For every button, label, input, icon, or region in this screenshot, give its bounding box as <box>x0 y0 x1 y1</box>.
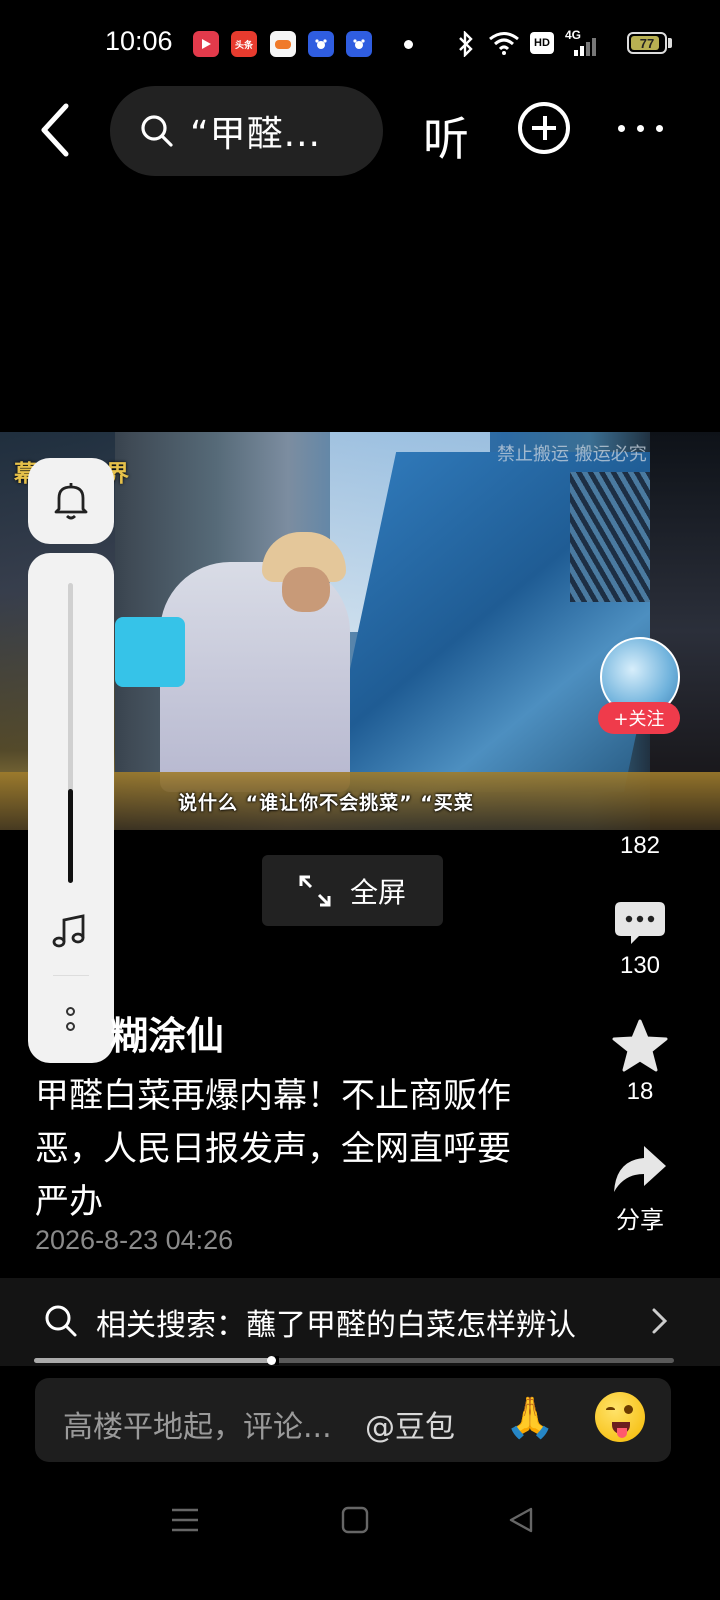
follow-button[interactable]: +关注 <box>598 702 680 734</box>
share-label: 分享 <box>616 1207 664 1234</box>
home-icon[interactable] <box>340 1505 370 1535</box>
baidu-app-icon <box>308 31 334 57</box>
share-button[interactable]: 分享 <box>600 1142 680 1235</box>
more-options-icon[interactable] <box>66 1007 75 1031</box>
wifi-icon <box>489 32 519 55</box>
bell-icon <box>54 483 88 520</box>
post-date: 2026-8-23 04:26 <box>35 1225 234 1255</box>
watermark-right: 禁止搬运 搬运必究 <box>497 444 647 465</box>
search-icon <box>141 115 173 147</box>
menu-icon[interactable] <box>170 1505 200 1535</box>
listen-button[interactable]: 听 <box>423 103 469 169</box>
search-bar[interactable]: “甲醛... <box>110 86 383 176</box>
status-time: 10:06 <box>105 26 173 56</box>
battery-level: 77 <box>639 35 655 51</box>
volume-level <box>68 789 73 883</box>
fullscreen-label: 全屏 <box>350 875 407 909</box>
wink-emoji-icon[interactable] <box>595 1392 645 1442</box>
game-app-icon <box>270 31 296 57</box>
comment-input[interactable]: 高楼平地起，评论... @豆包 🙏 <box>35 1378 671 1462</box>
comment-placeholder: 高楼平地起，评论... <box>63 1410 332 1445</box>
battery-icon: 77 <box>627 32 667 54</box>
favorite-button[interactable]: 18 <box>600 1018 680 1106</box>
back-icon[interactable] <box>36 100 76 160</box>
favorite-count: 18 <box>626 1078 654 1105</box>
video-subtitle: 说什么 “谁让你不会挑菜” “买菜 <box>178 792 474 814</box>
more-icon[interactable] <box>618 125 663 132</box>
author-name[interactable]: 糊涂仙 <box>110 1005 224 1060</box>
back-nav-icon[interactable] <box>506 1505 536 1535</box>
toutiao-icon: 头条 <box>231 31 257 57</box>
add-icon[interactable] <box>518 102 570 154</box>
status-bar: 10:06 头条 HD 4G 77 <box>0 0 720 90</box>
video-app-icon <box>193 31 219 57</box>
share-icon <box>614 1146 666 1192</box>
pray-emoji-icon[interactable]: 🙏 <box>505 1394 555 1441</box>
volume-panel <box>28 553 114 1063</box>
bluetooth-icon <box>459 31 473 57</box>
comment-icon <box>615 902 665 944</box>
baidu-app-2-icon <box>346 31 372 57</box>
search-query: “甲醛... <box>190 114 321 155</box>
expand-icon <box>299 875 331 906</box>
search-icon <box>45 1305 77 1337</box>
mention-doubao[interactable]: @豆包 <box>365 1402 455 1446</box>
signal-icon <box>574 38 596 56</box>
bell-button[interactable] <box>28 458 114 544</box>
related-search-text: 相关搜索：蘸了甲醛的白菜怎样辨认 <box>96 1308 576 1343</box>
fullscreen-button[interactable]: 全屏 <box>262 855 443 926</box>
comment-count: 130 <box>619 952 661 979</box>
music-note-icon[interactable] <box>50 911 92 953</box>
notification-dot-icon <box>404 40 413 49</box>
chevron-right-icon <box>652 1308 668 1334</box>
related-search[interactable]: 相关搜索：蘸了甲醛的白菜怎样辨认 <box>0 1278 720 1366</box>
star-icon <box>612 1019 668 1072</box>
like-count: 182 <box>619 832 661 859</box>
system-nav-bar <box>0 1480 720 1600</box>
video-progress-handle[interactable] <box>267 1356 276 1365</box>
video-progress-fill <box>34 1358 271 1363</box>
comment-button[interactable]: 130 <box>600 898 680 980</box>
hd-badge: HD <box>530 32 554 54</box>
post-title: 甲醛白菜再爆内幕！不止商贩作恶，人民日报发声，全网直呼要严办 <box>35 1076 511 1222</box>
